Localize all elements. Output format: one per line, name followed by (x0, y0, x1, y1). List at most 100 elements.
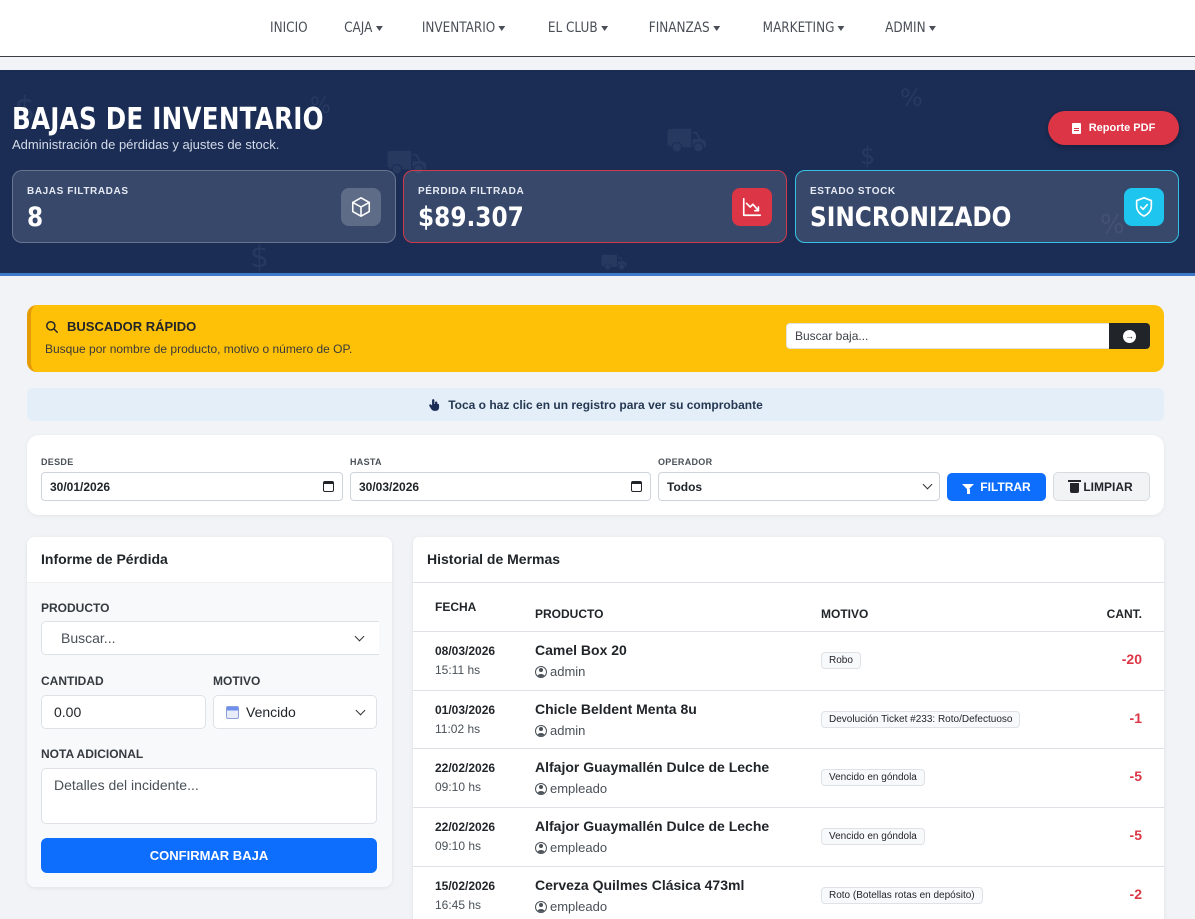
quick-search-placeholder: Buscar baja... (795, 329, 869, 343)
row-user-name: empleado (550, 781, 608, 796)
chart-down-icon (732, 188, 772, 226)
quick-search-submit-button[interactable]: → (1109, 323, 1150, 349)
row-product: Camel Box 20 (535, 642, 627, 658)
confirm-loss-label: CONFIRMAR BAJA (149, 848, 269, 863)
to-date-input[interactable]: 30/03/2026 (350, 472, 651, 501)
row-quantity: -1 (1129, 710, 1142, 726)
row-quantity: -2 (1129, 886, 1142, 902)
row-reason-badge: Roto (Botellas rotas en depósito) (821, 887, 983, 904)
row-reason-badge: Vencido en góndola (821, 769, 925, 786)
row-user: empleado (535, 781, 607, 796)
filter-bar: DESDE 30/01/2026 HASTA 30/03/2026 OPERAD… (27, 435, 1164, 515)
shield-check-icon (1124, 188, 1164, 226)
top-navbar: INICIO CAJA INVENTARIO EL CLUB FINANZAS … (0, 0, 1195, 57)
stat-label: ESTADO STOCK (810, 186, 896, 197)
tap-hint-banner: Toca o haz clic en un registro para ver … (27, 388, 1164, 421)
table-row[interactable]: 01/03/2026 11:02 hs Chicle Beldent Menta… (413, 690, 1164, 749)
nav-label: CAJA (343, 20, 373, 36)
row-user-name: admin (550, 664, 586, 679)
user-circle-icon (535, 665, 547, 678)
note-textarea[interactable]: Detalles del incidente... (41, 768, 377, 824)
operator-label: OPERADOR (658, 457, 713, 467)
caret-down-icon (928, 25, 936, 31)
nav-label: MARKETING (762, 20, 834, 36)
row-quantity: -5 (1129, 768, 1142, 784)
nav-item-marketing[interactable]: MARKETING (749, 20, 857, 36)
chevron-down-icon (355, 705, 366, 715)
box-icon (341, 188, 381, 226)
row-quantity: -20 (1121, 651, 1142, 667)
page-title: BAJAS DE INVENTARIO (12, 102, 324, 137)
user-circle-icon (535, 724, 547, 737)
hand-pointer-icon (429, 398, 440, 411)
chevron-down-icon (922, 479, 933, 490)
row-time: 15:11 hs (435, 663, 481, 677)
filter-button-label: FILTRAR (980, 480, 1031, 494)
row-user: admin (535, 723, 585, 738)
row-reason-badge: Robo (821, 652, 861, 669)
table-row[interactable]: 22/02/2026 09:10 hs Alfajor Guaymallén D… (413, 807, 1164, 866)
reason-selected: Vencido (226, 704, 296, 720)
operator-select[interactable]: Todos (658, 472, 940, 501)
filter-button[interactable]: FILTRAR (947, 473, 1046, 501)
row-product: Cerveza Quilmes Clásica 473ml (535, 877, 745, 893)
pdf-report-button[interactable]: Reporte PDF (1048, 111, 1179, 145)
nav-item-caja[interactable]: CAJA (331, 20, 395, 36)
from-date-label: DESDE (41, 457, 74, 467)
column-header-date: FECHA (435, 600, 477, 614)
row-date: 08/03/2026 (435, 644, 496, 658)
reason-label: MOTIVO (213, 674, 261, 688)
confirm-loss-button[interactable]: CONFIRMAR BAJA (41, 838, 377, 873)
caret-down-icon (837, 25, 845, 31)
caret-down-icon (712, 25, 720, 31)
user-circle-icon (535, 900, 547, 913)
stat-label: BAJAS FILTRADAS (27, 186, 129, 197)
calendar-icon[interactable] (631, 481, 642, 492)
quick-search-description: Busque por nombre de producto, motivo o … (45, 342, 353, 356)
loss-report-title: Informe de Pérdida (27, 537, 392, 583)
row-date: 22/02/2026 (435, 761, 496, 775)
nav-item-el-club[interactable]: EL CLUB (535, 20, 621, 36)
quick-search-panel: BUSCADOR RÁPIDO Busque por nombre de pro… (27, 305, 1164, 372)
table-row[interactable]: 22/02/2026 09:10 hs Alfajor Guaymallén D… (413, 748, 1164, 807)
loss-history-card: Historial de Mermas FECHA PRODUCTO MOTIV… (413, 537, 1164, 919)
nav-item-inicio[interactable]: INICIO (257, 20, 320, 36)
user-circle-icon (535, 782, 547, 795)
row-user: admin (535, 664, 585, 679)
calendar-icon[interactable] (323, 481, 334, 492)
filter-icon (962, 484, 975, 494)
search-icon (46, 320, 58, 333)
loss-history-title: Historial de Mermas (413, 537, 1164, 583)
table-row[interactable]: 08/03/2026 15:11 hs Camel Box 20 admin R… (413, 631, 1164, 690)
nav-label: INICIO (270, 20, 308, 36)
quantity-input[interactable]: 0.00 (41, 695, 206, 729)
page-subtitle: Administración de pérdidas y ajustes de … (12, 137, 280, 152)
table-row[interactable]: 15/02/2026 16:45 hs Cerveza Quilmes Clás… (413, 866, 1164, 919)
nav-item-admin[interactable]: ADMIN (872, 20, 949, 36)
product-select[interactable]: Buscar... (41, 621, 379, 655)
loss-report-card: Informe de Pérdida PRODUCTO Buscar... CA… (27, 537, 392, 887)
nav-item-finanzas[interactable]: FINANZAS (636, 20, 733, 36)
row-user: empleado (535, 840, 607, 855)
reason-value: Vencido (246, 704, 296, 720)
nav-item-inventario[interactable]: INVENTARIO (409, 20, 519, 36)
note-placeholder: Detalles del incidente... (54, 777, 199, 793)
row-reason-badge: Devolución Ticket #233: Roto/Defectuoso (821, 711, 1021, 728)
from-date-input[interactable]: 30/01/2026 (41, 472, 343, 501)
reason-select[interactable]: Vencido (213, 695, 377, 729)
row-time: 11:02 hs (435, 722, 481, 736)
background-pattern-icon: ⛟ (600, 250, 628, 275)
product-label: PRODUCTO (41, 601, 110, 615)
clear-button[interactable]: LIMPIAR (1053, 472, 1150, 501)
stat-value: SINCRONIZADO (810, 202, 1012, 233)
nav-label: ADMIN (885, 20, 926, 36)
row-reason-badge: Vencido en góndola (821, 828, 925, 845)
quick-search-input[interactable]: Buscar baja... (786, 323, 1110, 349)
row-user-name: empleado (550, 840, 608, 855)
column-header-reason: MOTIVO (821, 607, 869, 621)
stat-card-filtered-loss-amount: PÉRDIDA FILTRADA $89.307 (403, 170, 787, 243)
to-date-label: HASTA (350, 457, 382, 467)
row-date: 22/02/2026 (435, 820, 496, 834)
row-user: empleado (535, 899, 607, 914)
row-quantity: -5 (1129, 827, 1142, 843)
